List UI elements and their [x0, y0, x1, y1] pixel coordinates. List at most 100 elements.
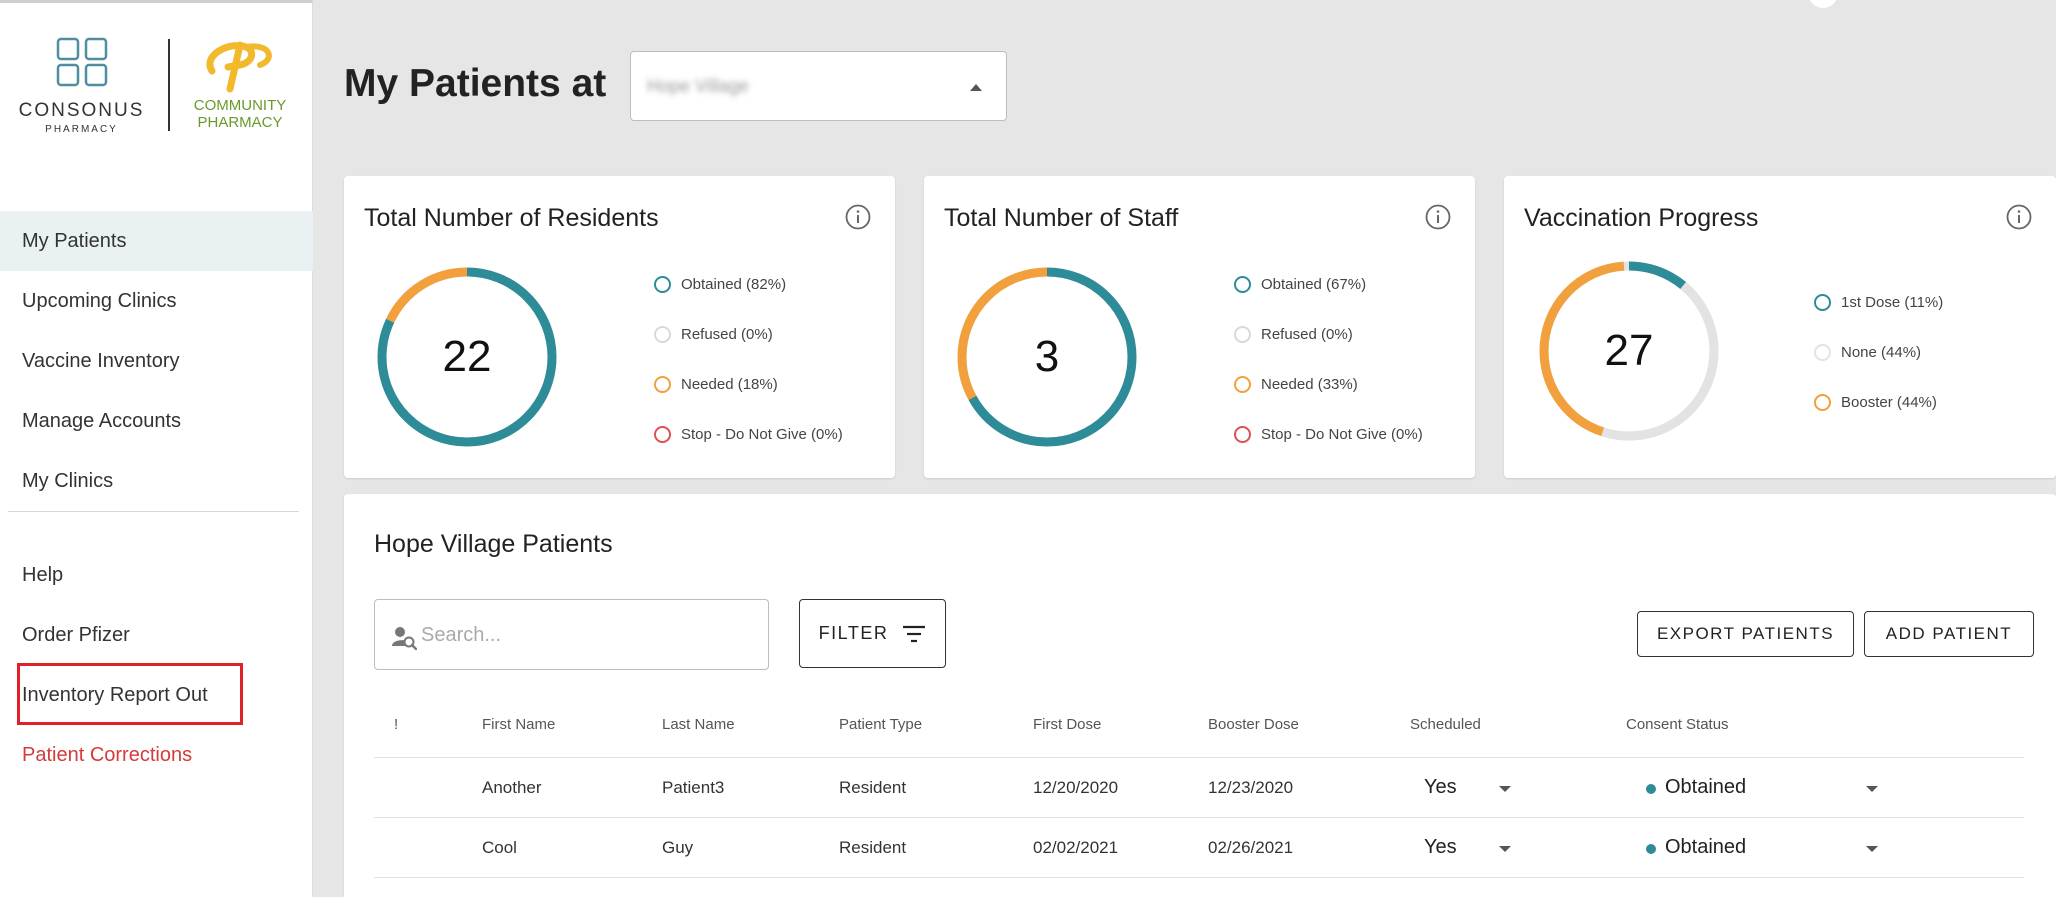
person-search-icon [392, 627, 417, 650]
nav-item-my-clinics[interactable]: My Clinics [0, 451, 313, 511]
card-staff: Total Number of Staff 3 Obtained (67%) R… [924, 176, 1475, 478]
chevron-down-icon[interactable] [1866, 786, 1878, 792]
legend-item: Needed (33%) [1234, 376, 1423, 426]
consent-status-select[interactable]: Obtained [1665, 776, 1746, 799]
card-title: Total Number of Staff [944, 204, 1179, 232]
search-box[interactable] [374, 599, 769, 670]
column-header-first-name[interactable]: First Name [482, 716, 555, 733]
column-header-last-name[interactable]: Last Name [662, 716, 735, 733]
user-avatar[interactable] [1808, 0, 1838, 8]
legend-item: Refused (0%) [654, 326, 843, 376]
legend-swatch [654, 276, 671, 293]
legend-swatch [1234, 276, 1251, 293]
legend-item: 1st Dose (11%) [1814, 294, 1943, 344]
nav-item-upcoming-clinics[interactable]: Upcoming Clinics [0, 271, 313, 331]
legend-label: Needed (18%) [681, 376, 778, 393]
column-header-booster-dose[interactable]: Booster Dose [1208, 716, 1299, 733]
legend: 1st Dose (11%) None (44%) Booster (44%) [1814, 294, 1943, 444]
legend-label: Needed (33%) [1261, 376, 1358, 393]
card-vaccination-progress: Vaccination Progress 27 1st Dose (11%) N… [1504, 176, 2056, 478]
column-header-scheduled[interactable]: Scheduled [1410, 716, 1481, 733]
info-icon[interactable] [1425, 204, 1451, 230]
chevron-down-icon[interactable] [1866, 846, 1878, 852]
table-row[interactable]: Another Patient3 Resident 12/20/2020 12/… [374, 758, 2024, 818]
legend-label: None (44%) [1841, 344, 1922, 361]
table-row[interactable]: Cool Guy Resident 02/02/2021 02/26/2021 … [374, 818, 2024, 878]
filter-button[interactable]: FILTER [799, 599, 946, 668]
patients-table: ! First Name Last Name Patient Type Firs… [374, 694, 2024, 878]
panel-title: Hope Village Patients [374, 530, 613, 558]
export-patients-button[interactable]: EXPORT PATIENTS [1637, 611, 1854, 657]
cell-first-name: Cool [482, 838, 517, 857]
cell-patient-type: Resident [839, 778, 907, 797]
cell-first-dose: 02/02/2021 [1033, 838, 1119, 857]
community-name-line2: PHARMACY [197, 114, 283, 131]
filter-icon [903, 625, 926, 642]
nav-item-manage-accounts[interactable]: Manage Accounts [0, 391, 313, 451]
legend: Obtained (67%) Refused (0%) Needed (33%)… [1234, 276, 1423, 476]
legend-item: Stop - Do Not Give (0%) [654, 426, 843, 476]
legend-item: Obtained (82%) [654, 276, 843, 326]
legend-swatch [1814, 294, 1831, 311]
add-patient-button[interactable]: ADD PATIENT [1864, 611, 2034, 657]
card-title: Vaccination Progress [1524, 204, 1759, 232]
cell-booster-dose: 12/23/2020 [1208, 778, 1294, 797]
column-header-consent-status[interactable]: Consent Status [1626, 716, 1729, 733]
consonus-flower-icon [56, 37, 107, 87]
legend-item: Obtained (67%) [1234, 276, 1423, 326]
card-title: Total Number of Residents [364, 204, 659, 232]
table-header: ! First Name Last Name Patient Type Firs… [374, 694, 2024, 758]
legend-swatch [1814, 394, 1831, 411]
column-header-alert[interactable]: ! [394, 716, 398, 733]
cell-last-name: Guy [662, 838, 694, 857]
scheduled-select[interactable]: Yes [1424, 776, 1457, 799]
donut-total: 27 [1604, 326, 1654, 375]
legend-item: Refused (0%) [1234, 326, 1423, 376]
scheduled-select[interactable]: Yes [1424, 836, 1457, 859]
primary-nav: My Patients Upcoming Clinics Vaccine Inv… [0, 211, 313, 512]
page-title: My Patients at [344, 62, 607, 105]
consonus-name: CONSONUS [18, 100, 145, 121]
facility-select[interactable]: Hope Village [630, 51, 1007, 121]
filter-label: FILTER [818, 623, 889, 643]
caret-up-icon [970, 84, 982, 91]
legend-item: None (44%) [1814, 344, 1943, 394]
nav-item-my-patients[interactable]: My Patients [0, 211, 313, 271]
legend-label: Refused (0%) [681, 326, 773, 343]
nav-item-patient-corrections[interactable]: Patient Corrections [0, 725, 313, 785]
legend-label: Obtained (82%) [681, 276, 787, 293]
nav-item-help[interactable]: Help [0, 545, 313, 605]
donut-total: 22 [442, 332, 492, 381]
column-header-first-dose[interactable]: First Dose [1033, 716, 1101, 733]
search-input[interactable] [421, 618, 751, 652]
community-name-line1: COMMUNITY [193, 97, 287, 114]
consent-status-select[interactable]: Obtained [1665, 836, 1746, 859]
nav-item-order-pfizer[interactable]: Order Pfizer [0, 605, 313, 665]
consonus-logo: CONSONUS PHARMACY [14, 37, 149, 135]
sidebar: CONSONUS PHARMACY COMMUNITY PHARMACY My … [0, 0, 313, 897]
status-dot-icon [1646, 844, 1656, 854]
cell-last-name: Patient3 [662, 778, 725, 797]
cell-booster-dose: 02/26/2021 [1208, 838, 1294, 857]
legend-swatch [654, 376, 671, 393]
legend-label: Obtained (67%) [1261, 276, 1367, 293]
legend-label: Stop - Do Not Give (0%) [1261, 426, 1423, 443]
consonus-sub: PHARMACY [45, 124, 118, 135]
chevron-down-icon[interactable] [1499, 846, 1511, 852]
legend-label: Refused (0%) [1261, 326, 1353, 343]
chevron-down-icon[interactable] [1499, 786, 1511, 792]
community-pharmacy-mark-icon [206, 41, 272, 93]
legend: Obtained (82%) Refused (0%) Needed (18%)… [654, 276, 843, 476]
donut-total: 3 [1034, 332, 1060, 381]
column-header-patient-type[interactable]: Patient Type [839, 716, 922, 733]
legend-label: Stop - Do Not Give (0%) [681, 426, 843, 443]
status-dot-icon [1646, 784, 1656, 794]
legend-item: Stop - Do Not Give (0%) [1234, 426, 1423, 476]
legend-swatch [1234, 426, 1251, 443]
info-icon[interactable] [2006, 204, 2032, 230]
nav-divider [8, 511, 299, 512]
legend-swatch [654, 326, 671, 343]
nav-item-vaccine-inventory[interactable]: Vaccine Inventory [0, 331, 313, 391]
info-icon[interactable] [845, 204, 871, 230]
legend-swatch [1814, 344, 1831, 361]
